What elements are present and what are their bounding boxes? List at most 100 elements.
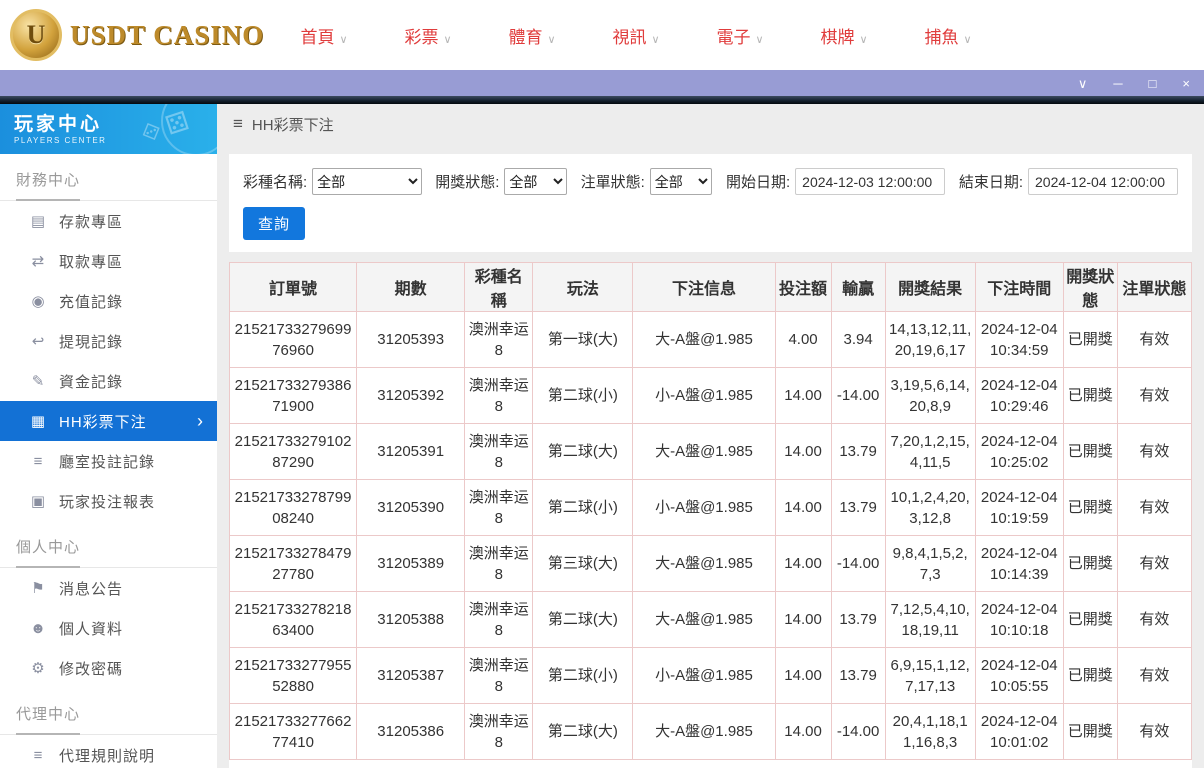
cell: 2152173327847927780	[229, 535, 358, 592]
sidebar-item-1-0[interactable]: ⚑ 消息公告	[0, 568, 217, 608]
sidebar-item-label: 個人資料	[59, 620, 124, 638]
cell: 有效	[1116, 311, 1192, 368]
cell: 2024-12-04 10:25:02	[974, 423, 1064, 480]
sidebar-item-0-5[interactable]: ▦ HH彩票下注 ›	[0, 401, 217, 441]
cell: 31205388	[356, 591, 466, 648]
cell: 2024-12-04 10:29:46	[974, 367, 1064, 424]
cell: 澳洲幸运8	[464, 311, 534, 368]
sidebar-item-label: 廳室投註記錄	[59, 453, 156, 471]
column-header: 彩種名稱	[464, 262, 534, 312]
section-title-1: 個人中心	[0, 521, 217, 568]
nav-item-3[interactable]: 視訊 ∨	[584, 23, 688, 48]
window-titlebar: ∨ ─ □ ×	[0, 70, 1204, 96]
table-row[interactable]: 2152173327795552880 31205387 澳洲幸运8 第二球(小) 小-…	[229, 647, 1192, 704]
sidebar-item-1-1[interactable]: ☻ 個人資料	[0, 608, 217, 648]
cell: 已開獎	[1062, 647, 1118, 704]
nav-item-1[interactable]: 彩票 ∨	[376, 23, 480, 48]
lottery-label: 彩種名稱:	[243, 174, 308, 191]
search-button[interactable]: 查詢	[243, 207, 306, 240]
cell: 9,8,4,1,5,2,7,3	[884, 535, 976, 592]
column-header: 開獎結果	[884, 262, 976, 312]
sidebar-item-0-6[interactable]: ≡ 廳室投註記錄	[0, 441, 217, 481]
cell: 已開獎	[1062, 535, 1118, 592]
cell: 14.00	[774, 423, 832, 480]
nav-item-6[interactable]: 捕魚 ∨	[896, 23, 1000, 48]
hamburger-icon[interactable]: ≡	[233, 114, 243, 134]
lottery-bet-icon: ▦	[30, 413, 46, 430]
cell: 7,12,5,4,10,18,19,11	[884, 591, 976, 648]
table-row[interactable]: 2152173327969976960 31205393 澳洲幸运8 第一球(大) 大-…	[229, 311, 1192, 368]
cell: 有效	[1116, 367, 1192, 424]
cell: 2152173327938671900	[229, 367, 358, 424]
minimize-button[interactable]: ─	[1113, 77, 1122, 90]
start-date-input[interactable]	[795, 168, 946, 195]
cell: 大-A盤@1.985	[632, 535, 776, 592]
nav-item-2[interactable]: 體育 ∨	[480, 23, 584, 48]
cell: 2024-12-04 10:34:59	[974, 311, 1064, 368]
chevron-down-icon: ∨	[443, 33, 452, 46]
table-row[interactable]: 2152173327766277410 31205386 澳洲幸运8 第二球(大) 大-…	[229, 703, 1192, 760]
cell: 31205391	[356, 423, 466, 480]
cell: 澳洲幸运8	[464, 535, 534, 592]
lottery-select[interactable]: 全部	[312, 168, 422, 195]
breadcrumb: ≡ HH彩票下注	[217, 104, 1204, 144]
cell: 有效	[1116, 423, 1192, 480]
room-bet-record-icon: ≡	[33, 452, 43, 470]
bet-table-card: 訂單號 期數 彩種名稱 玩法 下注信息 投注額 輸贏 開獎結果 下注時間 開獎狀態 注單狀態 2152…	[229, 262, 1192, 768]
maximize-button[interactable]: □	[1149, 77, 1157, 90]
agent-rules-icon: ≡	[33, 746, 43, 764]
table-row[interactable]: 2152173327879908240 31205390 澳洲幸运8 第二球(小) 小-…	[229, 479, 1192, 536]
cell: 2152173327766277410	[229, 703, 358, 760]
sidebar-item-label: 取款專區	[59, 253, 124, 271]
cell: 2152173327879908240	[229, 479, 358, 536]
close-button[interactable]: ×	[1182, 77, 1190, 90]
nav-item-0[interactable]: 首頁 ∨	[272, 23, 376, 48]
cell: 大-A盤@1.985	[632, 703, 776, 760]
sidebar-item-1-2[interactable]: ⚙ 修改密碼	[0, 648, 217, 688]
table-row[interactable]: 2152173327938671900 31205392 澳洲幸运8 第二球(小) 小-…	[229, 367, 1192, 424]
collapse-chevron-icon[interactable]: ∨	[1078, 77, 1088, 90]
logo[interactable]: U USDT CASINO	[10, 9, 263, 61]
sidebar-item-2-0[interactable]: ≡ 代理規則說明	[0, 735, 217, 768]
table-row[interactable]: 2152173327821863400 31205388 澳洲幸运8 第二球(大) 大-…	[229, 591, 1192, 648]
change-password-icon: ⚙	[31, 660, 45, 677]
page-title: HH彩票下注	[251, 116, 334, 134]
end-date-input[interactable]	[1028, 168, 1178, 195]
sidebar-item-label: 資金記錄	[59, 373, 124, 391]
cell: 第三球(大)	[532, 535, 634, 592]
cell: 大-A盤@1.985	[632, 591, 776, 648]
cell: 已開獎	[1062, 423, 1118, 480]
cell: 14,13,12,11,20,19,6,17	[884, 311, 976, 368]
sidebar-item-label: 提現記錄	[59, 333, 124, 351]
column-header: 玩法	[532, 262, 634, 312]
cell: 14.00	[774, 647, 832, 704]
sidebar-item-0-4[interactable]: ✎ 資金記錄	[0, 361, 217, 401]
table-row[interactable]: 2152173327910287290 31205391 澳洲幸运8 第二球(大) 大-…	[229, 423, 1192, 480]
main-nav: 首頁 ∨ 彩票 ∨ 體育 ∨ 視訊 ∨ 電子 ∨ 棋牌 ∨ 捕魚 ∨	[272, 23, 1000, 48]
cell: 14.00	[774, 367, 832, 424]
sidebar-item-0-3[interactable]: ↩ 提現記錄	[0, 321, 217, 361]
cell: 2024-12-04 10:01:02	[974, 703, 1064, 760]
cell: 有效	[1116, 535, 1192, 592]
funds-record-icon: ✎	[31, 373, 45, 390]
nav-item-label: 視訊	[612, 27, 647, 47]
cell: 14.00	[774, 535, 832, 592]
cell: 2152173327795552880	[229, 647, 358, 704]
nav-item-5[interactable]: 棋牌 ∨	[792, 23, 896, 48]
sidebar-item-0-0[interactable]: ▤ 存款專區	[0, 201, 217, 241]
cell: 2152173327910287290	[229, 423, 358, 480]
cell: 10,1,2,4,20,3,12,8	[884, 479, 976, 536]
chevron-down-icon: ∨	[755, 33, 764, 46]
sidebar-item-0-2[interactable]: ◉ 充值記錄	[0, 281, 217, 321]
order-status-label: 注單狀態:	[580, 174, 645, 191]
sidebar-item-0-1[interactable]: ⇄ 取款專區	[0, 241, 217, 281]
table-row[interactable]: 2152173327847927780 31205389 澳洲幸运8 第三球(大) 大-…	[229, 535, 1192, 592]
draw-status-select[interactable]: 全部	[504, 168, 567, 195]
cell: 3,19,5,6,14,20,8,9	[884, 367, 976, 424]
cell: 6,9,15,1,12,7,17,13	[884, 647, 976, 704]
cell: 13.79	[830, 479, 886, 536]
end-date-label: 結束日期:	[958, 174, 1023, 191]
nav-item-4[interactable]: 電子 ∨	[688, 23, 792, 48]
sidebar-item-0-7[interactable]: ▣ 玩家投注報表	[0, 481, 217, 521]
order-status-select[interactable]: 全部	[649, 168, 713, 195]
